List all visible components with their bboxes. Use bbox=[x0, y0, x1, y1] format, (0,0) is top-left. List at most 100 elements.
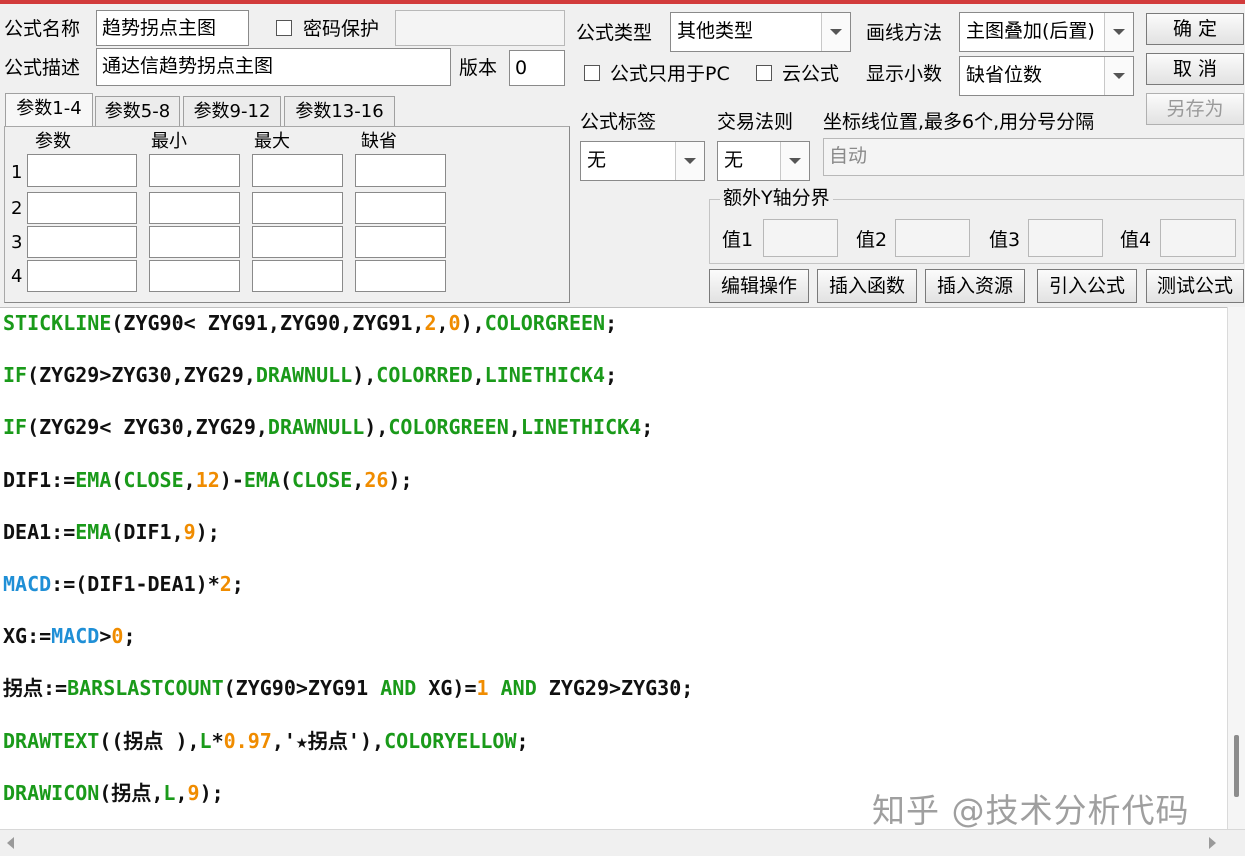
pc-only-checkbox[interactable] bbox=[584, 65, 600, 81]
version-label: 版本 bbox=[459, 57, 498, 79]
formula-desc-field[interactable]: 通达信趋势拐点主图 bbox=[96, 48, 451, 86]
code-token: (ZYG90< ZYG91,ZYG90,ZYG91, bbox=[111, 311, 425, 335]
code-token: L bbox=[163, 780, 176, 805]
formula-type-value: 其他类型 bbox=[677, 20, 754, 42]
param-2-default-field[interactable] bbox=[355, 192, 446, 224]
code-token: IF bbox=[3, 415, 28, 440]
code-token: 9 bbox=[187, 780, 200, 805]
scroll-right-icon[interactable] bbox=[1208, 837, 1218, 849]
code-line: IF(ZYG29< ZYG30,ZYG29,DRAWNULL),COLORGRE… bbox=[3, 414, 653, 440]
password-field[interactable] bbox=[395, 10, 565, 46]
code-token: ; bbox=[516, 728, 529, 753]
draw-method-label: 画线方法 bbox=[866, 22, 943, 44]
scrollbar-thumb[interactable] bbox=[1234, 735, 1239, 797]
code-token: (ZYG29>ZYG30,ZYG29, bbox=[27, 363, 256, 388]
y-value-2-field[interactable] bbox=[895, 219, 970, 257]
code-editor[interactable]: STICKLINE(ZYG90< ZYG91,ZYG90,ZYG91,2,0),… bbox=[0, 307, 1227, 829]
insert-function-button[interactable]: 插入函数 bbox=[817, 269, 917, 303]
code-token: 26 bbox=[364, 467, 389, 492]
formula-type-label: 公式类型 bbox=[576, 22, 653, 44]
y-value-4-field[interactable] bbox=[1160, 219, 1236, 257]
code-token: MACD bbox=[3, 572, 52, 596]
code-token: ((拐点 ), bbox=[99, 728, 200, 753]
code-token: ), bbox=[460, 311, 485, 335]
ok-button[interactable]: 确 定 bbox=[1146, 13, 1244, 45]
code-token: LINETHICK4 bbox=[484, 363, 606, 388]
code-token: ; bbox=[231, 572, 244, 596]
axis-position-label: 坐标线位置,最多6个,用分号分隔 bbox=[823, 111, 1095, 133]
code-token: IF bbox=[3, 363, 28, 388]
code-token: ), bbox=[364, 415, 389, 440]
param-3-default-field[interactable] bbox=[355, 226, 446, 258]
param-2-max-field[interactable] bbox=[252, 192, 343, 224]
code-token: DRAWICON bbox=[3, 780, 100, 805]
y-value-1-field[interactable] bbox=[763, 219, 838, 257]
code-token: DIF1:= bbox=[3, 467, 76, 492]
save-as-button[interactable]: 另存为 bbox=[1146, 93, 1244, 125]
formula-tag-select[interactable]: 无 bbox=[580, 141, 705, 181]
code-token: , bbox=[175, 780, 188, 805]
chevron-down-icon bbox=[1104, 13, 1133, 51]
code-token: BARSLASTCOUNT bbox=[67, 676, 224, 701]
formula-type-select[interactable]: 其他类型 bbox=[670, 12, 851, 52]
import-formula-button[interactable]: 引入公式 bbox=[1037, 269, 1137, 303]
y-value-3-field[interactable] bbox=[1028, 219, 1103, 257]
param-1-max-field[interactable] bbox=[252, 154, 343, 187]
code-line: DIF1:=EMA(CLOSE,12)-EMA(CLOSE,26); bbox=[3, 467, 413, 493]
param-1-name-field[interactable] bbox=[27, 154, 137, 187]
param-header-min: 最小 bbox=[151, 131, 187, 152]
param-4-default-field[interactable] bbox=[355, 260, 446, 292]
password-protect-checkbox[interactable] bbox=[276, 20, 292, 36]
y-value-2-label: 值2 bbox=[856, 229, 888, 251]
tab-params-1-4[interactable]: 参数1-4 bbox=[5, 93, 93, 127]
draw-method-select[interactable]: 主图叠加(后置) bbox=[959, 12, 1134, 52]
param-4-min-field[interactable] bbox=[149, 260, 240, 292]
code-token: DEA1:= bbox=[3, 519, 76, 544]
code-token: L bbox=[199, 728, 212, 753]
tab-params-13-16[interactable]: 参数13-16 bbox=[284, 96, 395, 127]
code-line: STICKLINE(ZYG90< ZYG91,ZYG90,ZYG91,2,0),… bbox=[3, 310, 617, 336]
code-token: EMA bbox=[75, 519, 112, 544]
draw-method-value: 主图叠加(后置) bbox=[966, 20, 1095, 42]
param-4-max-field[interactable] bbox=[252, 260, 343, 292]
code-token: AND bbox=[500, 676, 537, 701]
password-protect-label: 密码保护 bbox=[303, 18, 380, 40]
cloud-formula-checkbox[interactable] bbox=[756, 65, 772, 81]
horizontal-scrollbar[interactable] bbox=[0, 829, 1245, 856]
axis-position-field[interactable]: 自动 bbox=[823, 138, 1244, 176]
version-field[interactable]: 0 bbox=[509, 50, 565, 86]
formula-name-field[interactable]: 趋势拐点主图 bbox=[96, 10, 249, 46]
param-3-name-field[interactable] bbox=[27, 226, 137, 258]
code-line: MACD:=(DIF1-DEA1)*2; bbox=[3, 571, 244, 597]
scroll-left-icon[interactable] bbox=[6, 837, 16, 849]
param-1-default-field[interactable] bbox=[355, 154, 446, 187]
chevron-down-icon bbox=[675, 142, 704, 180]
param-3-max-field[interactable] bbox=[252, 226, 343, 258]
param-2-min-field[interactable] bbox=[149, 192, 240, 224]
param-2-name-field[interactable] bbox=[27, 192, 137, 224]
decimal-select[interactable]: 缺省位数 bbox=[959, 56, 1134, 96]
param-4-name-field[interactable] bbox=[27, 260, 137, 292]
formula-name-label: 公式名称 bbox=[4, 18, 81, 40]
cancel-button[interactable]: 取 消 bbox=[1146, 53, 1244, 85]
code-token: EMA bbox=[243, 467, 280, 492]
code-token: ); bbox=[199, 780, 224, 805]
code-token: ; bbox=[123, 624, 136, 649]
code-token: DRAWNULL bbox=[267, 415, 365, 440]
code-token: ), bbox=[352, 363, 377, 388]
edit-ops-button[interactable]: 编辑操作 bbox=[709, 269, 809, 303]
vertical-scrollbar[interactable] bbox=[1227, 307, 1245, 829]
code-token: 2 bbox=[424, 311, 437, 335]
param-1-min-field[interactable] bbox=[149, 154, 240, 187]
test-formula-button[interactable]: 测试公式 bbox=[1146, 269, 1244, 303]
code-line: DRAWICON(拐点,L,9); bbox=[3, 780, 224, 806]
insert-resource-button[interactable]: 插入资源 bbox=[925, 269, 1025, 303]
trade-rule-select[interactable]: 无 bbox=[717, 141, 810, 181]
code-token: COLORGREEN bbox=[388, 415, 509, 440]
code-token: 1 bbox=[476, 676, 489, 701]
tab-params-9-12[interactable]: 参数9-12 bbox=[183, 96, 281, 127]
tab-params-5-8[interactable]: 参数5-8 bbox=[95, 96, 180, 127]
param-3-min-field[interactable] bbox=[149, 226, 240, 258]
code-token: XG:= bbox=[3, 624, 52, 649]
